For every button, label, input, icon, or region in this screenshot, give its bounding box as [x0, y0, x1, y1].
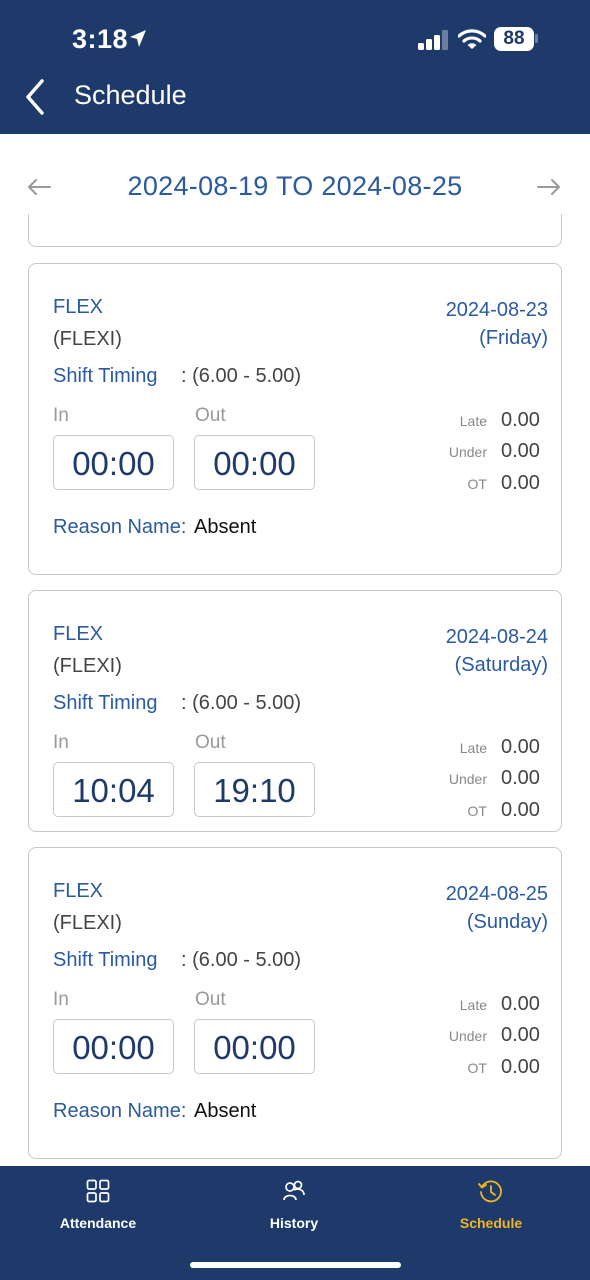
late-label: Late: [459, 997, 487, 1013]
schedule-card: FLEX (FLEXI) 2024-08-23 (Friday) Shift T…: [28, 263, 562, 575]
shift-code: (FLEXI): [53, 655, 122, 677]
schedule-list[interactable]: FLEX (FLEXI) 2024-08-23 (Friday) Shift T…: [0, 214, 590, 1166]
late-value: 0.00: [501, 736, 540, 758]
out-label: Out: [195, 989, 226, 1010]
reason-label: Reason Name:: [53, 1100, 187, 1122]
shift-timing-value: : (6.00 - 5.00): [181, 365, 302, 387]
people-icon: [283, 1180, 305, 1201]
wifi-icon: [458, 29, 486, 49]
under-value: 0.00: [501, 767, 540, 789]
reason-label: Reason Name:: [53, 516, 187, 538]
tab-history-label: History: [269, 1215, 319, 1231]
ot-label: OT: [467, 1060, 487, 1076]
time-out-field[interactable]: 19:10: [194, 762, 315, 817]
shift-name: FLEX: [53, 623, 104, 645]
grid-icon: [86, 1179, 110, 1203]
shift-timing-label: Shift Timing: [53, 365, 158, 387]
clock-history-icon: [478, 1180, 502, 1203]
in-label: In: [53, 405, 69, 426]
in-label: In: [53, 732, 69, 753]
ot-value: 0.00: [501, 799, 540, 821]
late-value: 0.00: [501, 993, 540, 1015]
page-title: Schedule: [74, 80, 187, 110]
schedule-card: FLEX (FLEXI) 2024-08-24 (Saturday) Shift…: [28, 590, 562, 832]
battery-nub: [535, 34, 538, 43]
time-in-field[interactable]: 00:00: [53, 435, 174, 490]
location-arrow-icon: [130, 30, 146, 47]
shift-name: FLEX: [53, 880, 104, 902]
chevron-left-icon: [26, 79, 44, 115]
schedule-card-partial: [28, 214, 562, 247]
in-label: In: [53, 989, 69, 1010]
schedule-day: (Sunday): [466, 911, 548, 933]
schedule-date: 2024-08-24: [445, 626, 548, 648]
bottom-tab-bar: Attendance History Schedule: [0, 1166, 590, 1280]
top-bar: 3:18 88 Schedule: [0, 0, 590, 134]
under-value: 0.00: [501, 1024, 540, 1046]
ot-value: 0.00: [501, 1056, 540, 1078]
status-time: 3:18: [72, 24, 129, 54]
shift-timing-label: Shift Timing: [53, 949, 158, 971]
out-label: Out: [195, 405, 226, 426]
cellular-signal-icon: [418, 30, 450, 50]
time-out-field[interactable]: 00:00: [194, 435, 315, 490]
week-navigator: 2024-08-19 TO 2024-08-25: [0, 134, 590, 214]
home-indicator[interactable]: [190, 1262, 401, 1268]
ot-label: OT: [467, 803, 487, 819]
ot-value: 0.00: [501, 472, 540, 494]
schedule-date: 2024-08-23: [445, 299, 548, 321]
shift-code: (FLEXI): [53, 328, 122, 350]
schedule-card: FLEX (FLEXI) 2024-08-25 (Sunday) Shift T…: [28, 847, 562, 1159]
arrow-right-icon[interactable]: [536, 174, 562, 200]
under-label: Under: [448, 771, 487, 787]
schedule-day: (Saturday): [454, 654, 548, 676]
tab-schedule-label: Schedule: [459, 1215, 523, 1231]
schedule-day: (Friday): [479, 327, 548, 349]
late-value: 0.00: [501, 409, 540, 431]
back-button[interactable]: [22, 78, 52, 116]
late-label: Late: [459, 413, 487, 429]
under-value: 0.00: [501, 440, 540, 462]
shift-code: (FLEXI): [53, 912, 122, 934]
late-label: Late: [459, 740, 487, 756]
ot-label: OT: [467, 476, 487, 492]
schedule-date: 2024-08-25: [445, 883, 548, 905]
reason-value: Absent: [194, 516, 257, 538]
time-in-field[interactable]: 00:00: [53, 1019, 174, 1074]
shift-name: FLEX: [53, 296, 104, 318]
shift-timing-label: Shift Timing: [53, 692, 158, 714]
tab-attendance-label: Attendance: [59, 1215, 137, 1231]
out-label: Out: [195, 732, 226, 753]
under-label: Under: [448, 1028, 487, 1044]
battery-indicator: 88: [494, 27, 534, 51]
tab-attendance[interactable]: Attendance: [0, 1166, 196, 1246]
under-label: Under: [448, 444, 487, 460]
tab-schedule[interactable]: Schedule: [393, 1166, 589, 1246]
shift-timing-value: : (6.00 - 5.00): [181, 692, 302, 714]
time-out-field[interactable]: 00:00: [194, 1019, 315, 1074]
shift-timing-value: : (6.00 - 5.00): [181, 949, 302, 971]
tab-history[interactable]: History: [196, 1166, 392, 1246]
time-in-field[interactable]: 10:04: [53, 762, 174, 817]
reason-value: Absent: [194, 1100, 257, 1122]
week-range: 2024-08-19 TO 2024-08-25: [127, 171, 463, 201]
